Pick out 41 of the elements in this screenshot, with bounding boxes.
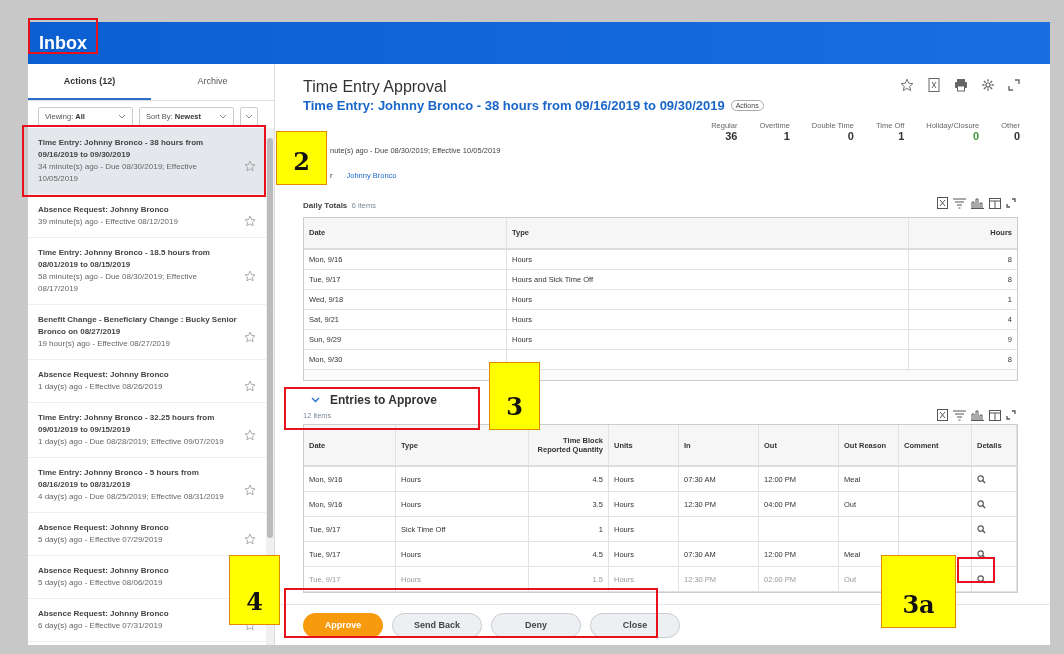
section-title: Daily Totals — [303, 201, 348, 210]
item-title: Time Entry: Johnny Bronco - 38 hours from 09/16/2019 to 09/30/2019 — [38, 137, 205, 161]
stat-value: 0 — [1013, 130, 1020, 142]
page-title: Inbox — [39, 32, 87, 54]
item-title: Absence Request: Johnny Bronco — [38, 369, 170, 381]
action-button[interactable]: Close — [590, 612, 680, 638]
detail-subtitle: Time Entry: Johnny Bronco - 38 hours from 09/16/2019 to 09/30/2019 — [303, 98, 725, 113]
stat-value: 0 — [973, 130, 980, 142]
callout-tooltip: 4 — [229, 555, 280, 625]
item-meta: 5 day(s) ago - Effective 08/06/2019 — [38, 577, 164, 589]
item-title: Time Entry: Johnny Bronco - 32.25 hours from 09/01/2019 to 09/15/2019 — [38, 412, 216, 436]
item-title: Absence Request: Johnny Bronco — [38, 204, 170, 216]
item-title: Time Entry: Johnny Bronco - 18.5 hours from 08/01/2019 to 08/15/2019 — [38, 247, 211, 271]
item-meta: 4 day(s) ago - Due 08/25/2019; Effective 08/31/2019 — [38, 491, 225, 503]
item-title: Benefit Change - Beneficiary Change : Bucky Senior Bronco on 08/27/2019 — [38, 314, 238, 338]
item-meta: 1 day(s) ago - Due 08/28/2019; Effective 09/07/2019 — [38, 436, 225, 448]
tab[interactable]: Actions (12) — [28, 64, 151, 100]
item-meta: 34 minute(s) ago - Due 08/30/2019; Effective 10/05/2019 — [38, 161, 199, 185]
callout-tooltip: 3 — [489, 362, 540, 430]
item-title: Absence Request: Johnny Bronco — [38, 608, 170, 620]
stat-value: 0 — [847, 130, 854, 142]
action-button[interactable]: Deny — [491, 612, 581, 638]
item-meta: 58 minute(s) ago - Due 08/30/2019; Effective 08/17/2019 — [38, 271, 199, 295]
stat-value: 36 — [725, 130, 738, 142]
tab[interactable]: Archive — [151, 64, 274, 100]
stat-value: 1 — [898, 130, 905, 142]
item-title: Absence Request: Johnny Bronco — [38, 522, 170, 534]
callout-tooltip: 2 — [276, 131, 327, 185]
item-meta: 39 minute(s) ago - Effective 08/12/2019 — [38, 216, 179, 228]
inbox-item[interactable]: Time Entry: Johnny Bronco - 38 hours from 09/16/2019 to 09/30/2019 34 minute(s) ago - Due 08/30/2019; Effective 10/05/2019 — [28, 128, 266, 195]
item-meta: 6 day(s) ago - Effective 07/31/2019 — [38, 620, 164, 632]
section-title: Entries to Approve — [330, 393, 437, 407]
item-meta: 1 day(s) ago - Effective 08/26/2019 — [38, 381, 164, 393]
item-meta: 19 hour(s) ago - Effective 08/27/2019 — [38, 338, 171, 350]
stat-value: 1 — [783, 130, 790, 142]
item-title: Time Entry: Johnny Bronco - 5 hours from 08/16/2019 to 08/31/2019 — [38, 467, 200, 491]
item-meta: 5 day(s) ago - Effective 07/29/2019 — [38, 534, 164, 546]
action-button[interactable]: Send Back — [392, 612, 482, 638]
detail-title: Time Entry Approval — [303, 78, 448, 96]
item-title: Absence Request: Johnny Bronco — [38, 565, 170, 577]
callout-tooltip: 3a — [881, 555, 956, 628]
